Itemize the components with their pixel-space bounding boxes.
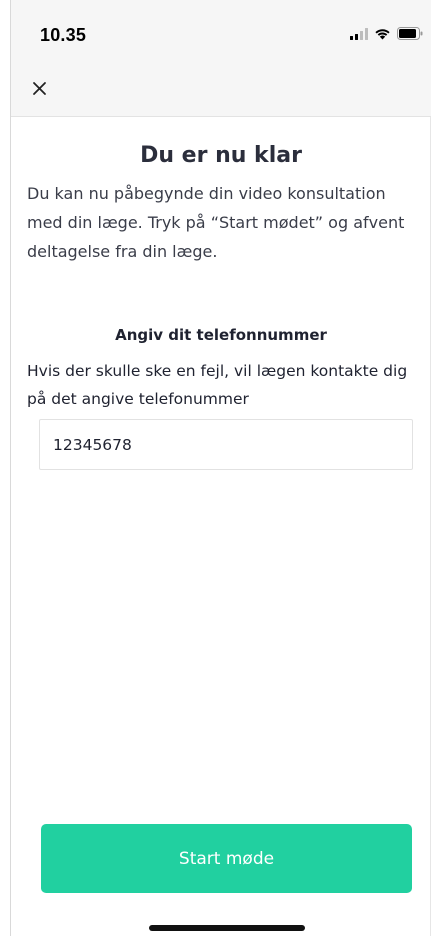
close-icon[interactable] bbox=[30, 78, 50, 98]
battery-icon bbox=[397, 27, 423, 40]
start-meeting-button[interactable]: Start møde bbox=[41, 824, 412, 893]
signal-icon bbox=[350, 27, 368, 40]
phone-description: Hvis der skulle ske en fejl, vil lægen k… bbox=[27, 362, 408, 408]
status-time: 10.35 bbox=[40, 25, 87, 45]
navigation-bar bbox=[11, 62, 431, 117]
page-title: Du er nu klar bbox=[140, 143, 302, 168]
status-bar: 10.35 bbox=[11, 0, 431, 62]
phone-heading: Angiv dit telefonnummer bbox=[115, 326, 327, 344]
intro-text: Du kan nu påbegynde din video konsultati… bbox=[27, 184, 405, 261]
home-indicator[interactable] bbox=[149, 925, 305, 931]
device-frame-edge bbox=[0, 0, 11, 936]
phone-number-input[interactable] bbox=[39, 419, 413, 470]
status-icons bbox=[350, 27, 423, 40]
wifi-icon bbox=[375, 29, 390, 40]
